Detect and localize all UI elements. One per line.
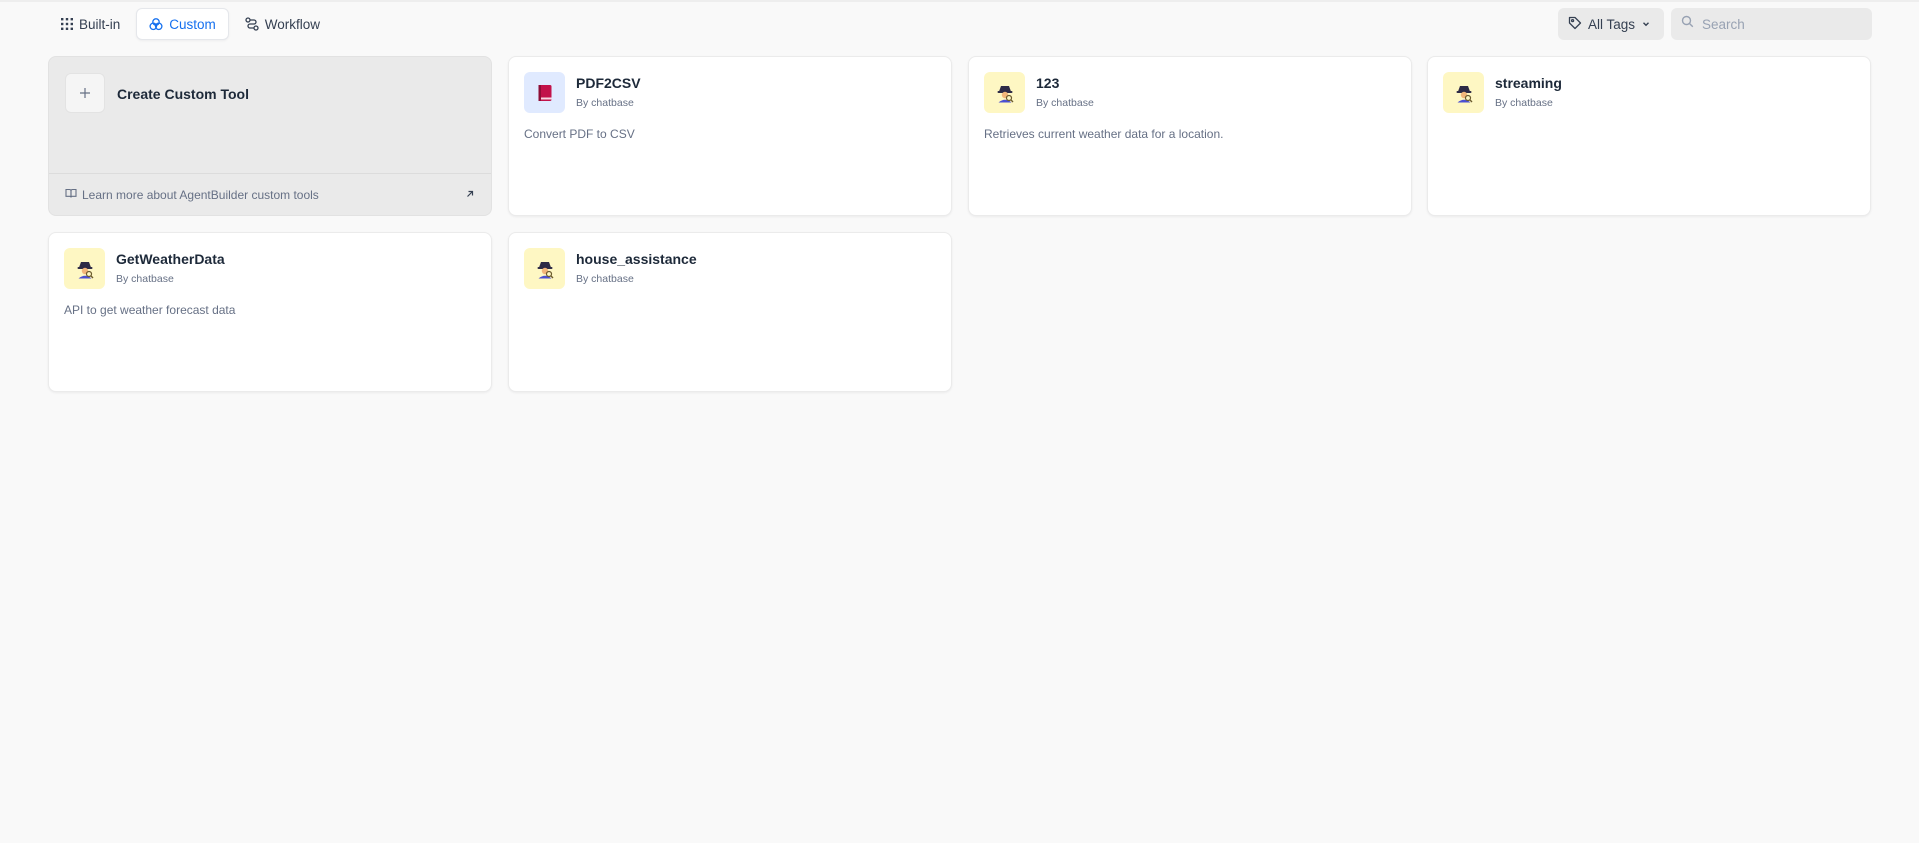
tab-label: Custom: [169, 16, 216, 32]
tool-description: Retrieves current weather data for a loc…: [984, 127, 1224, 141]
chevron-down-icon: [1641, 17, 1651, 32]
tool-card[interactable]: 123 By chatbase Retrieves current weathe…: [968, 56, 1412, 216]
tab-label: Built-in: [79, 16, 121, 32]
learn-more-text: Learn more about AgentBuilder custom too…: [82, 187, 319, 202]
tool-description: Convert PDF to CSV: [524, 127, 635, 141]
tag-filter-label: All Tags: [1588, 16, 1636, 32]
tool-card[interactable]: house_assistance By chatbase: [508, 232, 952, 392]
tool-author: By chatbase: [1036, 97, 1094, 109]
workflow-icon: [245, 17, 259, 31]
create-custom-tool-card: Create Custom Tool Learn more about Agen…: [48, 56, 492, 216]
detective-icon: [1443, 72, 1484, 113]
tab-custom[interactable]: Custom: [136, 8, 229, 40]
tag-filter-dropdown[interactable]: All Tags: [1558, 8, 1664, 40]
tab-workflow[interactable]: Workflow: [232, 8, 333, 40]
search-input[interactable]: [1702, 16, 1862, 32]
tab-label: Workflow: [264, 16, 321, 32]
tool-name: 123: [1036, 75, 1060, 91]
custom-icon: [149, 17, 163, 31]
search-icon: [1681, 15, 1694, 33]
detective-icon: [64, 248, 105, 289]
grid-icon: [61, 18, 73, 30]
tool-type-tabs: Built-in Custom Workflow: [48, 8, 333, 40]
tool-card[interactable]: streaming By chatbase: [1427, 56, 1871, 216]
plus-icon: [65, 73, 105, 113]
create-custom-tool-label: Create Custom Tool: [117, 86, 249, 102]
tag-icon: [1568, 16, 1582, 33]
tool-name: house_assistance: [576, 251, 697, 267]
tab-built-in[interactable]: Built-in: [48, 8, 133, 40]
tool-name: PDF2CSV: [576, 75, 641, 91]
tool-name: GetWeatherData: [116, 251, 225, 267]
tool-card[interactable]: PDF2CSV By chatbase Convert PDF to CSV: [508, 56, 952, 216]
tool-description: API to get weather forecast data: [64, 303, 236, 317]
tool-author: By chatbase: [576, 97, 634, 109]
book-icon: [524, 72, 565, 113]
learn-more-link[interactable]: Learn more about AgentBuilder custom too…: [49, 174, 491, 215]
tool-author: By chatbase: [116, 273, 174, 285]
tool-name: streaming: [1495, 75, 1562, 91]
tool-author: By chatbase: [576, 273, 634, 285]
tool-card[interactable]: GetWeatherData By chatbase API to get we…: [48, 232, 492, 392]
book-open-icon: [65, 186, 77, 204]
arrow-up-right-icon: [465, 186, 475, 204]
detective-icon: [984, 72, 1025, 113]
create-custom-tool-button[interactable]: Create Custom Tool: [49, 57, 491, 173]
detective-icon: [524, 248, 565, 289]
top-border: [0, 0, 1919, 2]
tool-author: By chatbase: [1495, 97, 1553, 109]
search-box: [1671, 8, 1872, 40]
